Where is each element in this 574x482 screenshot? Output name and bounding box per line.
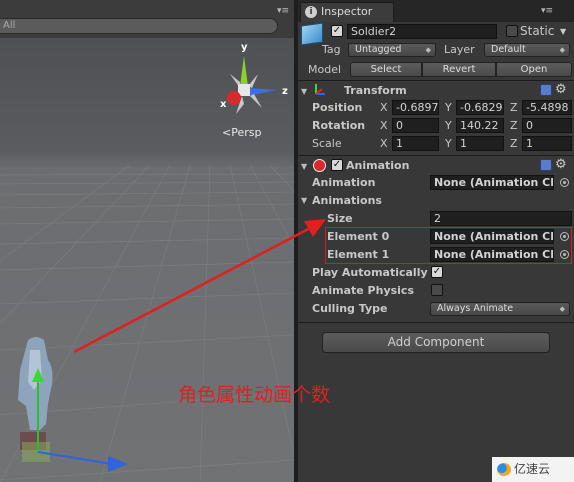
animation-title: Animation [346, 159, 410, 172]
model-revert-button[interactable]: Revert [422, 62, 496, 77]
rotation-z-field[interactable]: 0 [522, 118, 572, 133]
active-checkbox[interactable]: ✓ [331, 25, 343, 37]
scale-x-axis: X [380, 137, 388, 150]
add-component-button[interactable]: Add Component [322, 332, 550, 353]
play-automatically-checkbox[interactable]: ✓ [431, 266, 443, 278]
watermark-text: 亿速云 [514, 462, 551, 476]
layer-label: Layer [444, 43, 475, 56]
scale-label: Scale [312, 137, 342, 150]
scale-x-field[interactable]: 1 [392, 136, 439, 151]
settings-gear-icon[interactable]: ⚙ [555, 157, 567, 172]
animations-size-field[interactable]: 2 [430, 211, 572, 226]
animations-foldout-icon[interactable]: ▼ [301, 196, 307, 205]
gizmo-x-label: x [220, 99, 227, 110]
culling-type-label: Culling Type [312, 302, 388, 315]
soldier-model [18, 337, 53, 462]
help-book-icon[interactable] [540, 159, 552, 171]
culling-type-dropdown[interactable]: Always Animate [430, 302, 570, 316]
separator [298, 80, 574, 81]
model-select-button[interactable]: Select [350, 62, 422, 77]
gizmo-y-label: y [241, 42, 248, 53]
position-z-field[interactable]: -5.4898 [522, 100, 572, 115]
scene-view[interactable]: y x z <Persp ▾≡ All [0, 0, 294, 482]
transform-title: Transform [344, 84, 407, 97]
object-name-field[interactable]: Soldier2 [347, 24, 497, 39]
transform-foldout-icon[interactable]: ▼ [301, 87, 307, 96]
animation-component-icon [313, 159, 326, 172]
position-x-field[interactable]: -0.6897 [392, 100, 439, 115]
gizmo-z-label: z [282, 86, 288, 97]
separator [298, 322, 574, 323]
static-dropdown-icon[interactable]: ▼ [560, 27, 566, 36]
scale-y-field[interactable]: 1 [456, 136, 504, 151]
object-picker-icon[interactable] [560, 178, 569, 187]
inspector-tab-bar: i Inspector ▾≡ [298, 0, 574, 22]
tag-dropdown[interactable]: Untagged [348, 43, 436, 57]
position-label: Position [312, 101, 363, 114]
inspector-menu-icon[interactable]: ▾≡ [540, 6, 554, 16]
rotation-x-field[interactable]: 0 [392, 118, 439, 133]
position-y-field[interactable]: -0.6829 [456, 100, 504, 115]
annotation-text: 角色属性动画个数 [178, 384, 331, 406]
animate-physics-label: Animate Physics [312, 284, 414, 297]
animation-clip-label: Animation [312, 176, 376, 189]
position-x-axis: X [380, 101, 388, 114]
watermark-logo-icon [497, 463, 511, 476]
scene-toolbar: ▾≡ All [0, 0, 294, 38]
rotation-x-axis: X [380, 119, 388, 132]
play-automatically-label: Play Automatically [312, 266, 428, 279]
animations-label: Animations [312, 194, 382, 207]
scale-z-axis: Z [510, 137, 518, 150]
model-label: Model [308, 63, 342, 76]
orientation-gizmo [227, 56, 276, 114]
rotation-y-axis: Y [445, 119, 452, 132]
animations-size-label: Size [327, 212, 353, 225]
tab-inspector-label: Inspector [321, 5, 373, 18]
rotation-z-axis: Z [510, 119, 518, 132]
position-z-axis: Z [510, 101, 518, 114]
scale-y-axis: Y [445, 137, 452, 150]
persp-label[interactable]: <Persp [222, 126, 261, 139]
rotation-y-field[interactable]: 140.22 [456, 118, 504, 133]
animation-clip-field[interactable]: None (Animation Clip) [430, 175, 554, 190]
rotation-label: Rotation [312, 119, 366, 132]
tag-label: Tag [322, 43, 341, 56]
layer-dropdown[interactable]: Default [484, 43, 570, 57]
static-checkbox[interactable] [506, 25, 518, 37]
position-y-axis: Y [445, 101, 452, 114]
settings-gear-icon[interactable]: ⚙ [555, 82, 567, 97]
separator [298, 155, 574, 156]
animation-foldout-icon[interactable]: ▼ [301, 162, 307, 171]
animate-physics-checkbox[interactable] [431, 284, 443, 296]
transform-axes-icon [315, 84, 325, 95]
watermark: 亿速云 [492, 457, 574, 482]
model-open-button[interactable]: Open [496, 62, 572, 77]
gameobject-icon [301, 22, 323, 46]
static-label: Static [520, 24, 555, 38]
animation-enabled-checkbox[interactable]: ✓ [331, 159, 343, 171]
scene-grid [0, 56, 294, 482]
scene-search-input[interactable]: All [0, 18, 278, 34]
tab-inspector[interactable]: i Inspector [300, 2, 394, 22]
scene-menu-icon[interactable]: ▾≡ [276, 6, 290, 16]
scale-z-field[interactable]: 1 [522, 136, 572, 151]
help-book-icon[interactable] [540, 84, 552, 96]
info-icon: i [305, 6, 317, 18]
elements-highlight-box [325, 227, 572, 264]
